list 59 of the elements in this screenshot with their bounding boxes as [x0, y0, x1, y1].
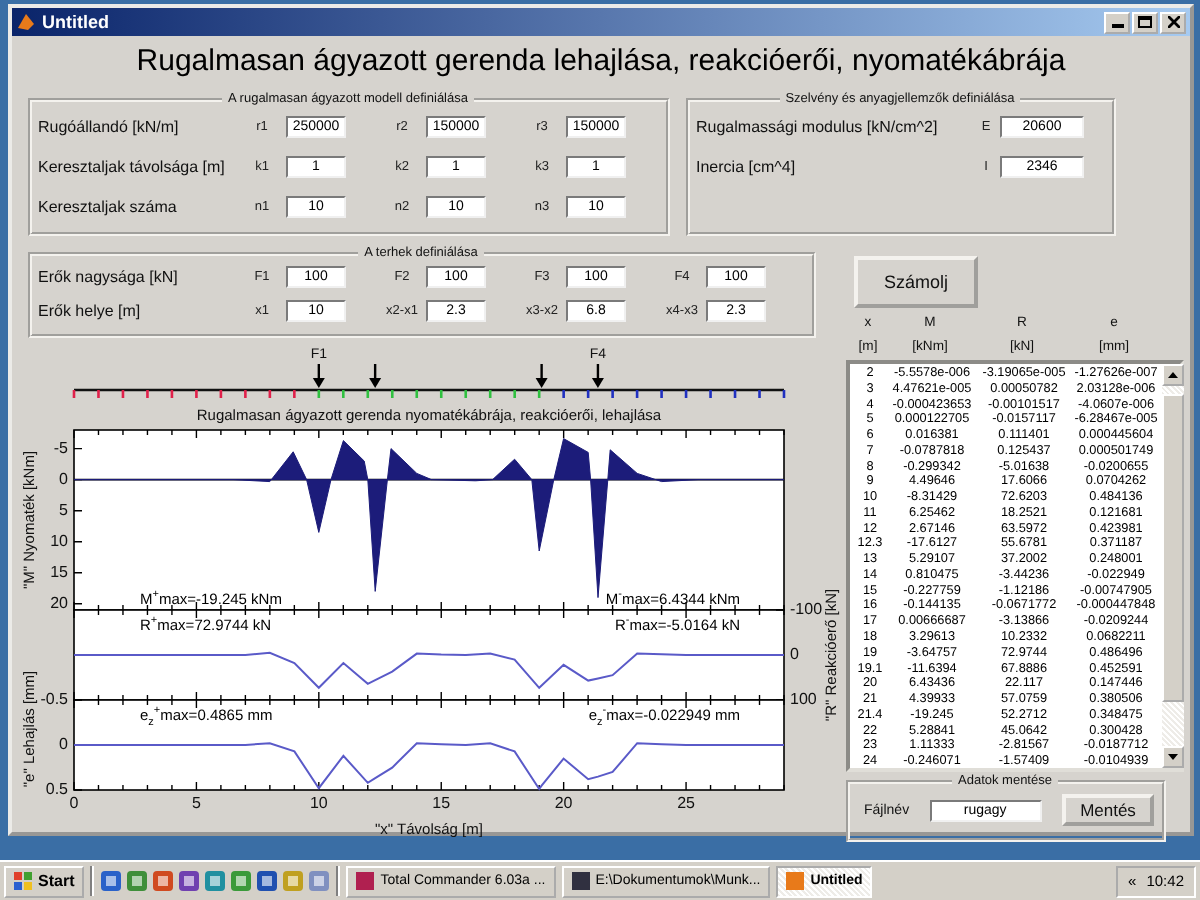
minimize-button[interactable]	[1104, 11, 1130, 33]
app-icon	[571, 872, 590, 890]
app-icon[interactable]	[126, 870, 149, 892]
tick-label: 20	[554, 794, 573, 812]
field-label: Rugóállandó [kN/m]	[38, 117, 181, 135]
start-button[interactable]: Start	[4, 865, 85, 897]
maximize-icon	[1138, 16, 1152, 28]
tick-label: 0	[59, 735, 68, 754]
page-heading: Rugalmasan ágyazott gerenda lehajlása, reakcióerői, nyomatékábrája	[134, 44, 1068, 80]
load-arrow	[535, 364, 548, 388]
close-button[interactable]	[1160, 11, 1186, 33]
tick-label: 0.5	[45, 780, 68, 799]
tick-label: 0	[790, 645, 799, 664]
app-icon[interactable]	[308, 870, 331, 892]
app-icon	[356, 872, 375, 890]
close-icon	[1167, 16, 1179, 28]
maximize-button[interactable]	[1132, 11, 1158, 33]
save-button[interactable]: Mentés	[1062, 794, 1154, 826]
tick-label: 5	[191, 794, 201, 812]
down-arrow-icon	[1168, 754, 1178, 760]
field-label: Keresztaljak száma	[38, 197, 179, 215]
tick-label: 15	[432, 794, 451, 812]
tick-label: 0	[69, 794, 79, 812]
tick-label: 10	[309, 794, 328, 812]
tick-label: 100	[790, 690, 817, 709]
field-label: Rugalmassági modulus [kN/cm^2]	[696, 117, 940, 135]
tick-label: 25	[677, 794, 695, 812]
tick-label: -5	[53, 438, 68, 457]
window-title: Untitled	[42, 12, 109, 32]
tick-label: 15	[50, 563, 68, 581]
load-arrow	[591, 364, 604, 388]
windows-flag-icon	[14, 872, 32, 890]
scrollbar[interactable]	[1162, 364, 1184, 768]
app-icon[interactable]	[204, 870, 227, 892]
app-icon	[16, 12, 36, 32]
field-label: Erők helye [m]	[38, 302, 143, 320]
results-list[interactable]	[846, 360, 1184, 772]
app-icon[interactable]	[100, 870, 123, 892]
app-icon[interactable]	[178, 870, 201, 892]
app-icon[interactable]	[256, 870, 279, 892]
load-arrow	[312, 364, 325, 388]
calculate-button[interactable]: Számolj	[854, 256, 978, 308]
app-icon[interactable]	[230, 870, 253, 892]
field-label: Keresztaljak távolsága [m]	[38, 157, 227, 175]
app-icon[interactable]	[152, 870, 175, 892]
tick-label: 20	[50, 594, 68, 612]
tick-label: 0	[59, 469, 68, 488]
tick-label: -0.5	[40, 690, 68, 709]
scroll-down-button[interactable]	[1162, 746, 1184, 768]
tick-label: 10	[50, 531, 68, 550]
up-arrow-icon	[1168, 372, 1178, 378]
load-arrow	[369, 364, 382, 388]
tick-label: 5	[59, 500, 68, 519]
tick-label: -100	[790, 600, 823, 619]
app-icon	[786, 872, 805, 890]
field-label: Inercia [cm^4]	[696, 157, 798, 175]
scroll-thumb[interactable]	[1162, 394, 1184, 702]
field-label: Erők nagysága [kN]	[38, 268, 180, 286]
scroll-up-button[interactable]	[1162, 364, 1184, 386]
